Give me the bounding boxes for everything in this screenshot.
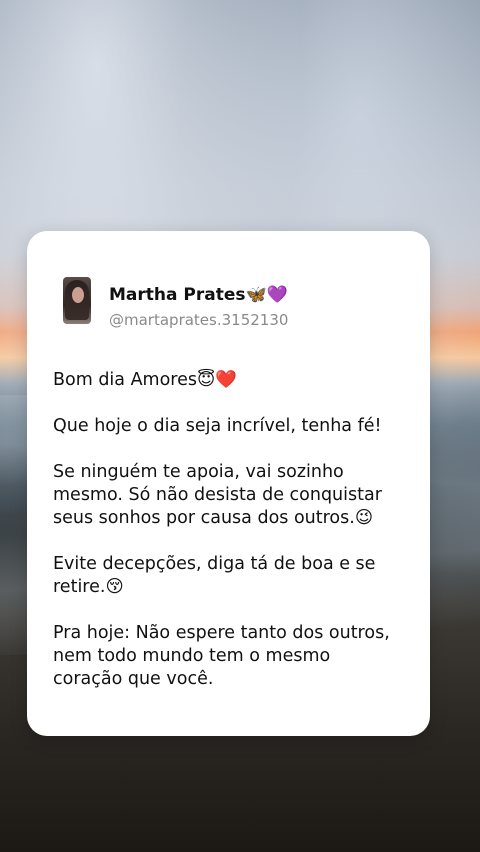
author-name[interactable]: Martha Prates🦋💜: [109, 285, 288, 305]
post-text: Bom dia Amores😇❤️ Que hoje o dia seja in…: [53, 369, 413, 714]
avatar[interactable]: [63, 277, 91, 324]
avatar-face: [72, 287, 84, 303]
post-paragraph-today: Pra hoje: Não espere tanto dos outros, n…: [53, 623, 390, 689]
post-paragraph-dreams: Se ninguém te apoia, vai sozinho mesmo. …: [53, 462, 382, 528]
post-paragraph-greeting: Bom dia Amores😇❤️: [53, 370, 238, 390]
post-paragraph-faith: Que hoje o dia seja incrível, tenha fé!: [53, 416, 382, 436]
post-card: Martha Prates🦋💜 @martaprates.3152130 Bom…: [27, 231, 430, 736]
post-paragraph-disappointments: Evite decepções, diga tá de boa e se ret…: [53, 554, 376, 597]
author-handle[interactable]: @martaprates.3152130: [109, 311, 288, 329]
